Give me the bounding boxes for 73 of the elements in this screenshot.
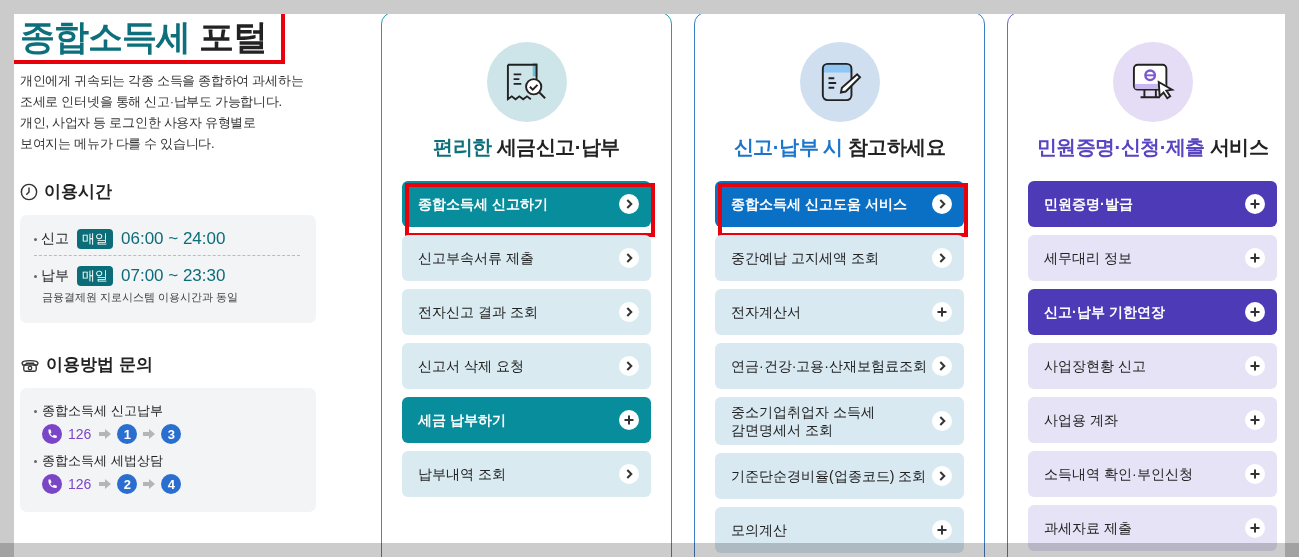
plus-icon — [1245, 194, 1265, 214]
hours-label: 신고 — [41, 230, 69, 248]
menu-item[interactable]: 종합소득세 신고도움 서비스 — [715, 181, 964, 227]
phone-number: 126 — [68, 426, 92, 442]
card-heading: 편리한 세금신고·납부 — [432, 135, 621, 160]
menu-item[interactable]: 중소기업취업자 소득세 감면명세서 조회 — [715, 397, 964, 445]
menu-item[interactable]: 전자계산서 — [715, 289, 964, 335]
menu-item[interactable]: 민원증명·발급 — [1028, 181, 1277, 227]
section-title: 이용시간 — [44, 181, 112, 203]
hours-note: 금융결제원 지로시스템 이용시간과 동일 — [42, 290, 240, 305]
menu-item[interactable]: 세금 납부하기 — [402, 397, 651, 443]
bullet-icon — [34, 237, 37, 241]
daily-badge: 매일 — [77, 266, 113, 286]
chevron-icon — [932, 466, 952, 486]
menu-item[interactable]: 모의계산 — [715, 507, 964, 553]
contact-label: 종합소득세 신고납부 — [42, 402, 163, 420]
clock-icon — [20, 182, 38, 201]
plus-icon — [932, 302, 952, 322]
menu-item[interactable]: 연금·건강·고용·산재보험료조회 — [715, 343, 964, 389]
hours-time: 07:00 ~ 23:30 — [121, 266, 226, 286]
chevron-icon — [619, 356, 639, 376]
menu-item[interactable]: 납부내역 조회 — [402, 451, 651, 497]
plus-icon — [1245, 356, 1265, 376]
step-number: 3 — [161, 424, 182, 444]
arrow-icon — [143, 429, 156, 439]
chevron-icon — [932, 411, 952, 431]
daily-badge: 매일 — [77, 229, 113, 249]
menu-item[interactable]: 사업용 계좌 — [1028, 397, 1277, 443]
chevron-icon — [619, 464, 639, 484]
menu-item[interactable]: 신고·납부 기한연장 — [1028, 289, 1277, 335]
chevron-icon — [932, 356, 952, 376]
menu-item[interactable]: 신고서 삭제 요청 — [402, 343, 651, 389]
intro-text: 개인에게 귀속되는 각종 소득을 종합하여 과세하는 조세로 인터넷을 통해 신고·납부도 가능합니다. 개인, 사업자 등 로그인한 사용자 유형별로 보여지는 메뉴가 다를 수 있습니다. — [20, 72, 305, 153]
menu-item[interactable]: 중간예납 고지세액 조회 — [715, 235, 964, 281]
step-number: 4 — [161, 474, 182, 494]
chevron-icon — [619, 194, 639, 214]
plus-icon — [932, 520, 952, 540]
menu-item[interactable]: 과세자료 제출 — [1028, 505, 1277, 551]
section-title: 이용방법 문의 — [46, 354, 153, 376]
plus-icon — [1245, 518, 1265, 538]
bullet-icon — [34, 274, 37, 278]
plus-icon — [1245, 410, 1265, 430]
card-heading: 신고·납부 시 참고하세요 — [732, 135, 947, 160]
menu-item[interactable]: 신고부속서류 제출 — [402, 235, 651, 281]
menu-item[interactable]: 종합소득세 신고하기 — [402, 181, 651, 227]
phone-number: 126 — [68, 476, 92, 492]
plus-icon — [619, 410, 639, 430]
plus-icon — [1245, 302, 1265, 322]
menu-item[interactable]: 사업장현황 신고 — [1028, 343, 1277, 389]
menu-item[interactable]: 세무대리 정보 — [1028, 235, 1277, 281]
contact-label: 종합소득세 세법상담 — [42, 452, 163, 470]
step-number: 2 — [117, 474, 138, 494]
bullet-icon — [34, 459, 37, 463]
card-heading: 민원증명·신청·제출 서비스 — [1035, 135, 1270, 160]
chevron-icon — [619, 248, 639, 268]
chevron-icon — [932, 248, 952, 268]
chevron-icon — [932, 194, 952, 214]
portal-title: 종합소득세 포털 — [20, 16, 268, 58]
hours-label: 납부 — [41, 267, 69, 285]
menu-item[interactable]: 기준단순경비율(업종코드) 조회 — [715, 453, 964, 499]
hours-time: 06:00 ~ 24:00 — [121, 229, 226, 249]
phone-icon — [42, 474, 62, 494]
menu-item[interactable]: 전자신고 결과 조회 — [402, 289, 651, 335]
arrow-icon — [99, 479, 112, 489]
plus-icon — [1245, 248, 1265, 268]
arrow-icon — [143, 479, 156, 489]
plus-icon — [1245, 464, 1265, 484]
step-number: 1 — [117, 424, 138, 444]
menu-item[interactable]: 소득내역 확인·부인신청 — [1028, 451, 1277, 497]
bullet-icon — [34, 409, 37, 413]
arrow-icon — [99, 429, 112, 439]
chevron-icon — [619, 302, 639, 322]
phone-icon — [42, 424, 62, 444]
